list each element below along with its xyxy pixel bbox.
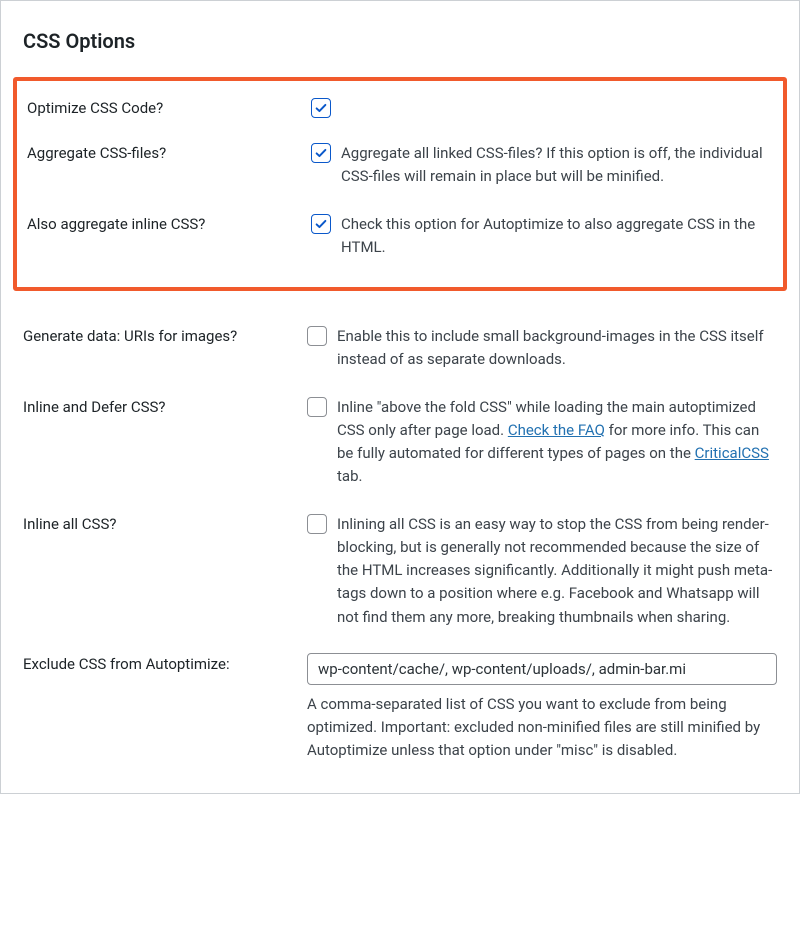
checkbox-data-uris[interactable] (307, 326, 327, 346)
row-data-uris: Generate data: URIs for images? Enable t… (23, 311, 777, 382)
panel-title: CSS Options (23, 29, 777, 53)
criticalcss-link[interactable]: CriticalCSS (695, 444, 769, 462)
desc-inline-all: Inlining all CSS is an easy way to stop … (337, 513, 777, 629)
row-inline-all: Inline all CSS? Inlining all CSS is an e… (23, 499, 777, 639)
checkbox-aggregate-inline-css[interactable] (311, 214, 331, 234)
desc-text: tab. (337, 467, 362, 485)
css-options-panel: CSS Options Optimize CSS Code? Aggregate… (0, 0, 800, 794)
exclude-css-input[interactable] (307, 653, 777, 685)
checkmark-icon (314, 217, 328, 231)
row-exclude-css: Exclude CSS from Autoptimize: A comma-se… (23, 639, 777, 773)
checkmark-icon (314, 146, 328, 160)
checkbox-inline-defer[interactable] (307, 397, 327, 417)
label-inline-defer: Inline and Defer CSS? (23, 396, 307, 416)
checkmark-icon (314, 101, 328, 115)
desc-inline-defer: Inline "above the fold CSS" while loadin… (337, 396, 777, 489)
label-exclude-css: Exclude CSS from Autoptimize: (23, 653, 307, 673)
highlighted-options-box: Optimize CSS Code? Aggregate CSS-files? … (13, 77, 787, 291)
label-optimize-css: Optimize CSS Code? (27, 97, 311, 117)
desc-aggregate-css: Aggregate all linked CSS-files? If this … (341, 142, 773, 189)
checkbox-aggregate-css[interactable] (311, 143, 331, 163)
label-aggregate-css: Aggregate CSS-files? (27, 142, 311, 162)
desc-data-uris: Enable this to include small background-… (337, 325, 777, 372)
faq-link[interactable]: Check the FAQ (508, 421, 605, 439)
label-inline-all: Inline all CSS? (23, 513, 307, 533)
row-aggregate-css: Aggregate CSS-files? Aggregate all linke… (27, 128, 773, 199)
label-aggregate-inline-css: Also aggregate inline CSS? (27, 213, 311, 233)
desc-exclude-css: A comma-separated list of CSS you want t… (307, 693, 777, 763)
row-inline-defer: Inline and Defer CSS? Inline "above the … (23, 382, 777, 499)
checkbox-inline-all[interactable] (307, 514, 327, 534)
row-optimize-css: Optimize CSS Code? (27, 91, 773, 128)
label-data-uris: Generate data: URIs for images? (23, 325, 307, 345)
desc-aggregate-inline-css: Check this option for Autoptimize to als… (341, 213, 773, 260)
row-aggregate-inline-css: Also aggregate inline CSS? Check this op… (27, 199, 773, 270)
checkbox-optimize-css[interactable] (311, 98, 331, 118)
